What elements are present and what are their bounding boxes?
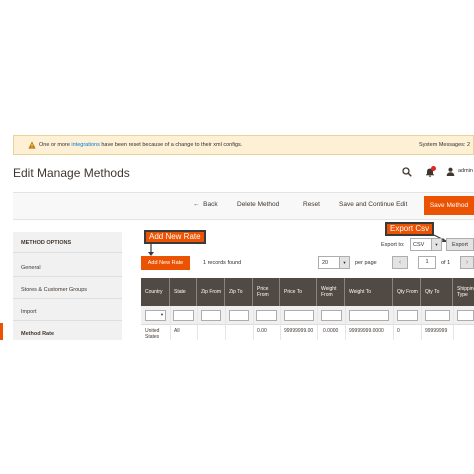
- per-page-label: per page: [355, 260, 377, 266]
- filter-qty-from-input[interactable]: [397, 310, 418, 321]
- cell-weight-to: 99999999.0000: [349, 328, 384, 334]
- column-divider: [280, 306, 281, 340]
- rates-grid: Country State Zip From Zip To Price From…: [141, 278, 474, 340]
- cell-qty-from: 0: [397, 328, 400, 334]
- search-icon[interactable]: [402, 167, 412, 177]
- admin-username[interactable]: admin: [458, 168, 473, 174]
- sidebar-item-general[interactable]: General: [21, 265, 41, 271]
- cell-state: All: [174, 328, 180, 334]
- save-and-continue-button[interactable]: Save and Continue Edit: [339, 201, 407, 208]
- column-header-weight-from[interactable]: Weight From: [317, 278, 345, 306]
- column-header-state[interactable]: State: [170, 278, 197, 306]
- column-divider: [345, 306, 346, 340]
- arrow-left-icon: ←: [193, 201, 200, 208]
- export-csv-callout: Export Csv: [385, 222, 435, 236]
- filter-qty-to-input[interactable]: [425, 310, 450, 321]
- save-method-button[interactable]: Save Method: [424, 196, 474, 215]
- column-divider: [225, 306, 226, 340]
- integrations-link[interactable]: integrations: [71, 142, 99, 148]
- column-divider: [197, 306, 198, 340]
- sidebar-item-stores-customer-groups[interactable]: Stores & Customer Groups: [21, 287, 87, 293]
- sidebar-divider: [13, 298, 122, 299]
- user-icon[interactable]: [446, 167, 455, 176]
- column-header-weight-to[interactable]: Weight To: [345, 278, 393, 306]
- export-to-label: Export to:: [381, 242, 405, 248]
- reset-button[interactable]: Reset: [303, 201, 320, 208]
- cell-weight-from: 0.0000: [323, 328, 339, 334]
- filter-weight-to-input[interactable]: [349, 310, 389, 321]
- column-header-zip-from[interactable]: Zip From: [197, 278, 225, 306]
- next-page-button[interactable]: ›: [460, 256, 474, 269]
- delete-method-button[interactable]: Delete Method: [237, 201, 279, 208]
- filter-state-input[interactable]: [173, 310, 194, 321]
- back-button[interactable]: ← Back: [193, 201, 218, 208]
- column-header-price-from[interactable]: Price From: [253, 278, 280, 306]
- column-header-qty-to[interactable]: Qty To: [421, 278, 453, 306]
- cell-country: United States: [145, 328, 160, 340]
- cell-price-to: 99999999.00: [284, 328, 314, 334]
- filter-country-select[interactable]: ▼: [145, 310, 166, 321]
- page-title: Edit Manage Methods: [13, 166, 130, 180]
- chevron-down-icon: ▼: [431, 239, 441, 250]
- column-divider: [453, 306, 454, 340]
- prev-page-button[interactable]: ‹: [392, 256, 408, 269]
- filter-zip-to-input[interactable]: [229, 310, 249, 321]
- sidebar-item-method-rate[interactable]: Method Rate: [21, 331, 54, 337]
- column-divider: [253, 306, 254, 340]
- column-divider: [170, 306, 171, 340]
- grid-header-row: Country State Zip From Zip To Price From…: [141, 278, 474, 306]
- chevron-down-icon: ▼: [339, 257, 349, 268]
- records-found: 1 records found: [203, 260, 242, 266]
- system-messages-count[interactable]: System Messages: 2: [419, 142, 470, 148]
- sidebar-item-import[interactable]: Import: [21, 309, 37, 315]
- sidebar-title: METHOD OPTIONS: [21, 240, 72, 246]
- column-divider: [317, 306, 318, 340]
- warning-icon: [28, 141, 36, 149]
- sidebar-divider: [13, 320, 122, 321]
- column-header-qty-from[interactable]: Qty From: [393, 278, 421, 306]
- system-message-text: One or more integrations have been reset…: [39, 142, 243, 148]
- filter-price-from-input[interactable]: [256, 310, 277, 321]
- export-format-select[interactable]: CSV ▼: [410, 238, 442, 251]
- column-divider: [421, 306, 422, 340]
- add-new-rate-callout: Add New Rate: [144, 230, 206, 244]
- column-header-country[interactable]: Country: [141, 278, 170, 306]
- export-button[interactable]: Export: [446, 238, 474, 251]
- chevron-down-icon: ▼: [160, 312, 164, 317]
- system-message-bar: One or more integrations have been reset…: [13, 135, 474, 155]
- method-options-sidebar: METHOD OPTIONS General Stores & Customer…: [13, 232, 122, 340]
- column-header-zip-to[interactable]: Zip To: [225, 278, 253, 306]
- filter-zip-from-input[interactable]: [201, 310, 221, 321]
- notification-badge: [431, 166, 436, 171]
- sidebar-divider: [13, 276, 122, 277]
- filter-weight-from-input[interactable]: [321, 310, 342, 321]
- page-number-input[interactable]: 1: [418, 256, 436, 269]
- column-header-price-to[interactable]: Price To: [280, 278, 317, 306]
- add-new-rate-button[interactable]: Add New Rate: [141, 256, 190, 270]
- filter-price-to-input[interactable]: [284, 310, 314, 321]
- cell-qty-to: 99999999: [425, 328, 448, 334]
- filter-shipping-type-input[interactable]: [457, 310, 474, 321]
- cell-price-from: 0.00: [257, 328, 267, 334]
- per-page-select[interactable]: 20 ▼: [318, 256, 350, 269]
- sidebar-divider: [13, 252, 122, 253]
- page-count: of 1: [441, 260, 451, 266]
- column-header-shipping-type[interactable]: Shipping Type: [453, 278, 474, 306]
- column-divider: [393, 306, 394, 340]
- sidebar-active-indicator: [0, 323, 3, 340]
